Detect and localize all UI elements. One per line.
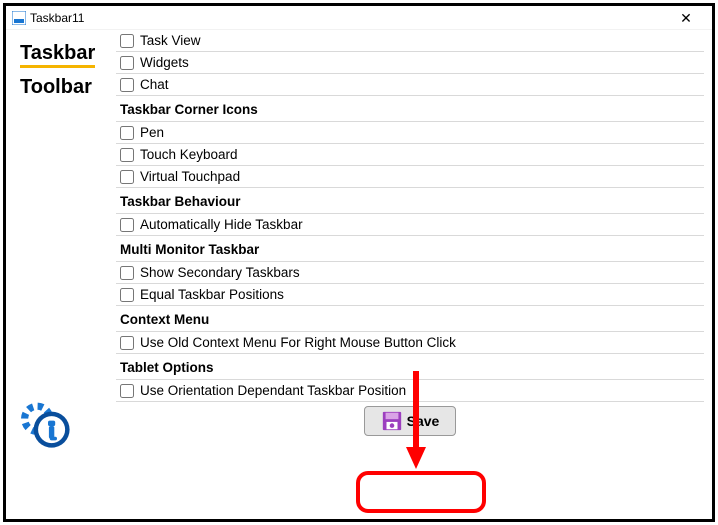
tab-taskbar[interactable]: Taskbar xyxy=(20,40,95,68)
checkbox-label: Virtual Touchpad xyxy=(140,169,240,184)
checkbox-orientation-dependant[interactable] xyxy=(120,384,134,398)
settings-content: Task View Widgets Chat Taskbar Corner Ic… xyxy=(116,30,712,519)
section-taskbar-behaviour: Taskbar Behaviour xyxy=(116,188,704,214)
checkbox-row-task-view[interactable]: Task View xyxy=(116,30,704,52)
checkbox-row-pen[interactable]: Pen xyxy=(116,122,704,144)
section-corner-icons: Taskbar Corner Icons xyxy=(116,96,704,122)
section-tablet-options: Tablet Options xyxy=(116,354,704,380)
checkbox-secondary-taskbars[interactable] xyxy=(120,266,134,280)
section-context-menu: Context Menu xyxy=(116,306,704,332)
checkbox-auto-hide[interactable] xyxy=(120,218,134,232)
tab-toolbar[interactable]: Toolbar xyxy=(20,74,110,101)
checkbox-equal-positions[interactable] xyxy=(120,288,134,302)
window-title: Taskbar11 xyxy=(30,11,666,25)
app-window: Taskbar11 ✕ Taskbar Toolbar Task View Wi… xyxy=(3,3,715,522)
checkbox-label: Pen xyxy=(140,125,164,140)
app-logo xyxy=(12,390,84,467)
checkbox-label: Task View xyxy=(140,33,201,48)
titlebar: Taskbar11 ✕ xyxy=(6,6,712,30)
checkbox-row-equal-positions[interactable]: Equal Taskbar Positions xyxy=(116,284,704,306)
checkbox-row-touch-keyboard[interactable]: Touch Keyboard xyxy=(116,144,704,166)
checkbox-label: Automatically Hide Taskbar xyxy=(140,217,303,232)
checkbox-label: Use Orientation Dependant Taskbar Positi… xyxy=(140,383,406,398)
checkbox-pen[interactable] xyxy=(120,126,134,140)
close-button[interactable]: ✕ xyxy=(666,11,706,25)
checkbox-row-widgets[interactable]: Widgets xyxy=(116,52,704,74)
checkbox-row-secondary-taskbars[interactable]: Show Secondary Taskbars xyxy=(116,262,704,284)
checkbox-old-context-menu[interactable] xyxy=(120,336,134,350)
checkbox-label: Chat xyxy=(140,77,169,92)
save-button[interactable]: Save xyxy=(364,406,457,436)
checkbox-virtual-touchpad[interactable] xyxy=(120,170,134,184)
checkbox-row-orientation-dependant[interactable]: Use Orientation Dependant Taskbar Positi… xyxy=(116,380,704,402)
checkbox-row-auto-hide[interactable]: Automatically Hide Taskbar xyxy=(116,214,704,236)
save-button-container: Save xyxy=(116,402,704,436)
checkbox-label: Widgets xyxy=(140,55,189,70)
checkbox-touch-keyboard[interactable] xyxy=(120,148,134,162)
checkbox-label: Use Old Context Menu For Right Mouse But… xyxy=(140,335,456,350)
checkbox-row-chat[interactable]: Chat xyxy=(116,74,704,96)
checkbox-label: Show Secondary Taskbars xyxy=(140,265,300,280)
checkbox-chat[interactable] xyxy=(120,78,134,92)
checkbox-label: Touch Keyboard xyxy=(140,147,238,162)
section-multi-monitor: Multi Monitor Taskbar xyxy=(116,236,704,262)
checkbox-task-view[interactable] xyxy=(120,34,134,48)
checkbox-row-old-context-menu[interactable]: Use Old Context Menu For Right Mouse But… xyxy=(116,332,704,354)
checkbox-row-virtual-touchpad[interactable]: Virtual Touchpad xyxy=(116,166,704,188)
floppy-icon xyxy=(381,410,403,432)
save-button-label: Save xyxy=(407,413,440,429)
app-icon xyxy=(12,11,26,25)
checkbox-widgets[interactable] xyxy=(120,56,134,70)
checkbox-label: Equal Taskbar Positions xyxy=(140,287,284,302)
